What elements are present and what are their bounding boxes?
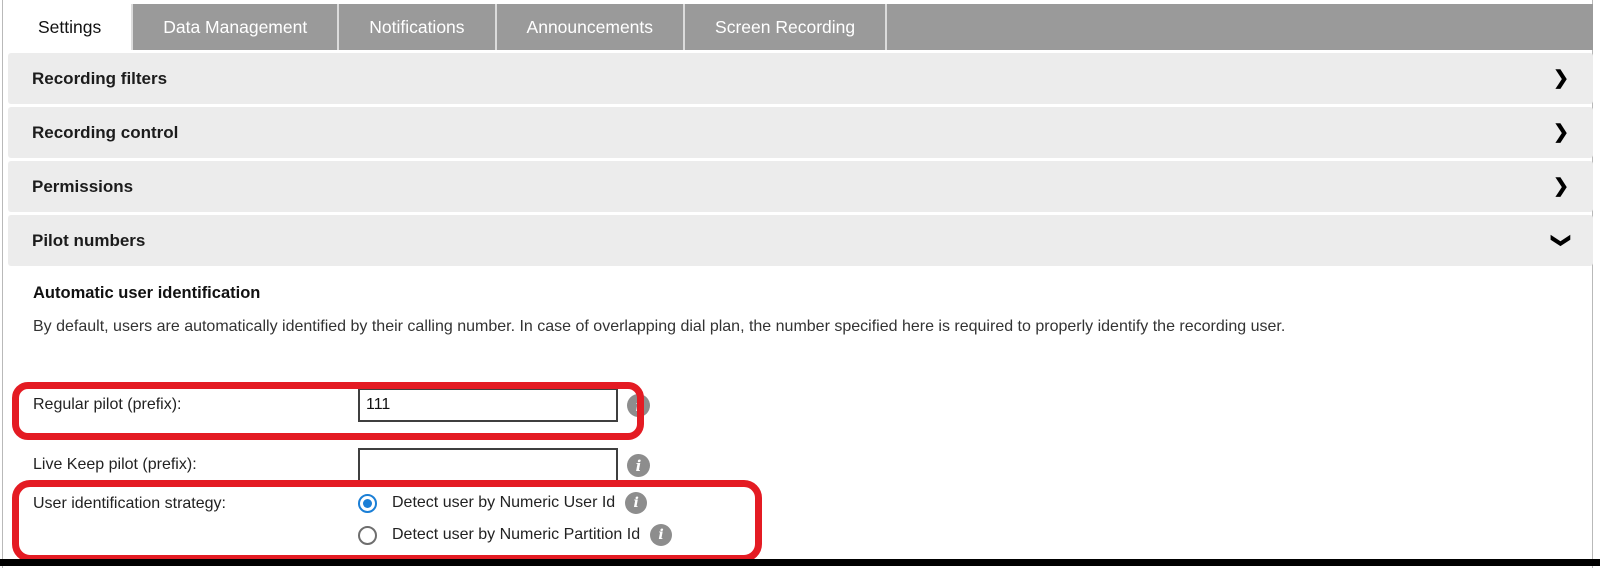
radio-numeric-partition-id-label: Detect user by Numeric Partition Id	[392, 526, 640, 544]
chevron-right-icon: ❯	[1553, 69, 1569, 88]
regular-pilot-label: Regular pilot (prefix):	[33, 396, 182, 414]
info-icon[interactable]: i	[627, 454, 650, 477]
tab-data-management[interactable]: Data Management	[131, 4, 339, 50]
radio-numeric-user-id-label: Detect user by Numeric User Id	[392, 494, 615, 512]
chevron-down-icon: ❯	[1552, 233, 1571, 249]
section-pilot-numbers[interactable]: Pilot numbers ❯	[8, 215, 1593, 266]
info-icon[interactable]: i	[627, 394, 650, 417]
settings-page: Settings Data Management Notifications A…	[0, 0, 1600, 568]
section-pilot-numbers-label: Pilot numbers	[32, 231, 145, 251]
radio-numeric-partition-id[interactable]	[358, 526, 377, 545]
tab-settings[interactable]: Settings	[8, 4, 131, 50]
page-left-border	[2, 0, 3, 568]
auto-user-identification-description: By default, users are automatically iden…	[33, 316, 1538, 338]
user-identification-strategy-label: User identification strategy:	[33, 495, 226, 513]
tab-bar: Settings Data Management Notifications A…	[8, 4, 1593, 50]
strategy-option-numeric-partition-id: Detect user by Numeric Partition Id i	[358, 524, 672, 546]
section-permissions[interactable]: Permissions ❯	[8, 161, 1593, 212]
tab-screen-recording[interactable]: Screen Recording	[685, 4, 887, 50]
section-recording-filters-label: Recording filters	[32, 69, 167, 89]
auto-user-identification-heading: Automatic user identification	[33, 284, 260, 303]
live-keep-pilot-label: Live Keep pilot (prefix):	[33, 456, 197, 474]
bottom-crop-bar	[0, 559, 1600, 566]
tab-announcements[interactable]: Announcements	[497, 4, 685, 50]
strategy-option-numeric-user-id: Detect user by Numeric User Id i	[358, 492, 647, 514]
section-recording-filters[interactable]: Recording filters ❯	[8, 53, 1593, 104]
regular-pilot-input[interactable]	[358, 388, 618, 422]
live-keep-pilot-input[interactable]	[358, 448, 618, 482]
chevron-right-icon: ❯	[1553, 123, 1569, 142]
section-recording-control[interactable]: Recording control ❯	[8, 107, 1593, 158]
chevron-right-icon: ❯	[1553, 177, 1569, 196]
section-recording-control-label: Recording control	[32, 123, 178, 143]
info-icon[interactable]: i	[650, 524, 672, 546]
tab-notifications[interactable]: Notifications	[339, 4, 496, 50]
radio-numeric-user-id[interactable]	[358, 494, 377, 513]
info-icon[interactable]: i	[625, 492, 647, 514]
section-permissions-label: Permissions	[32, 177, 133, 197]
